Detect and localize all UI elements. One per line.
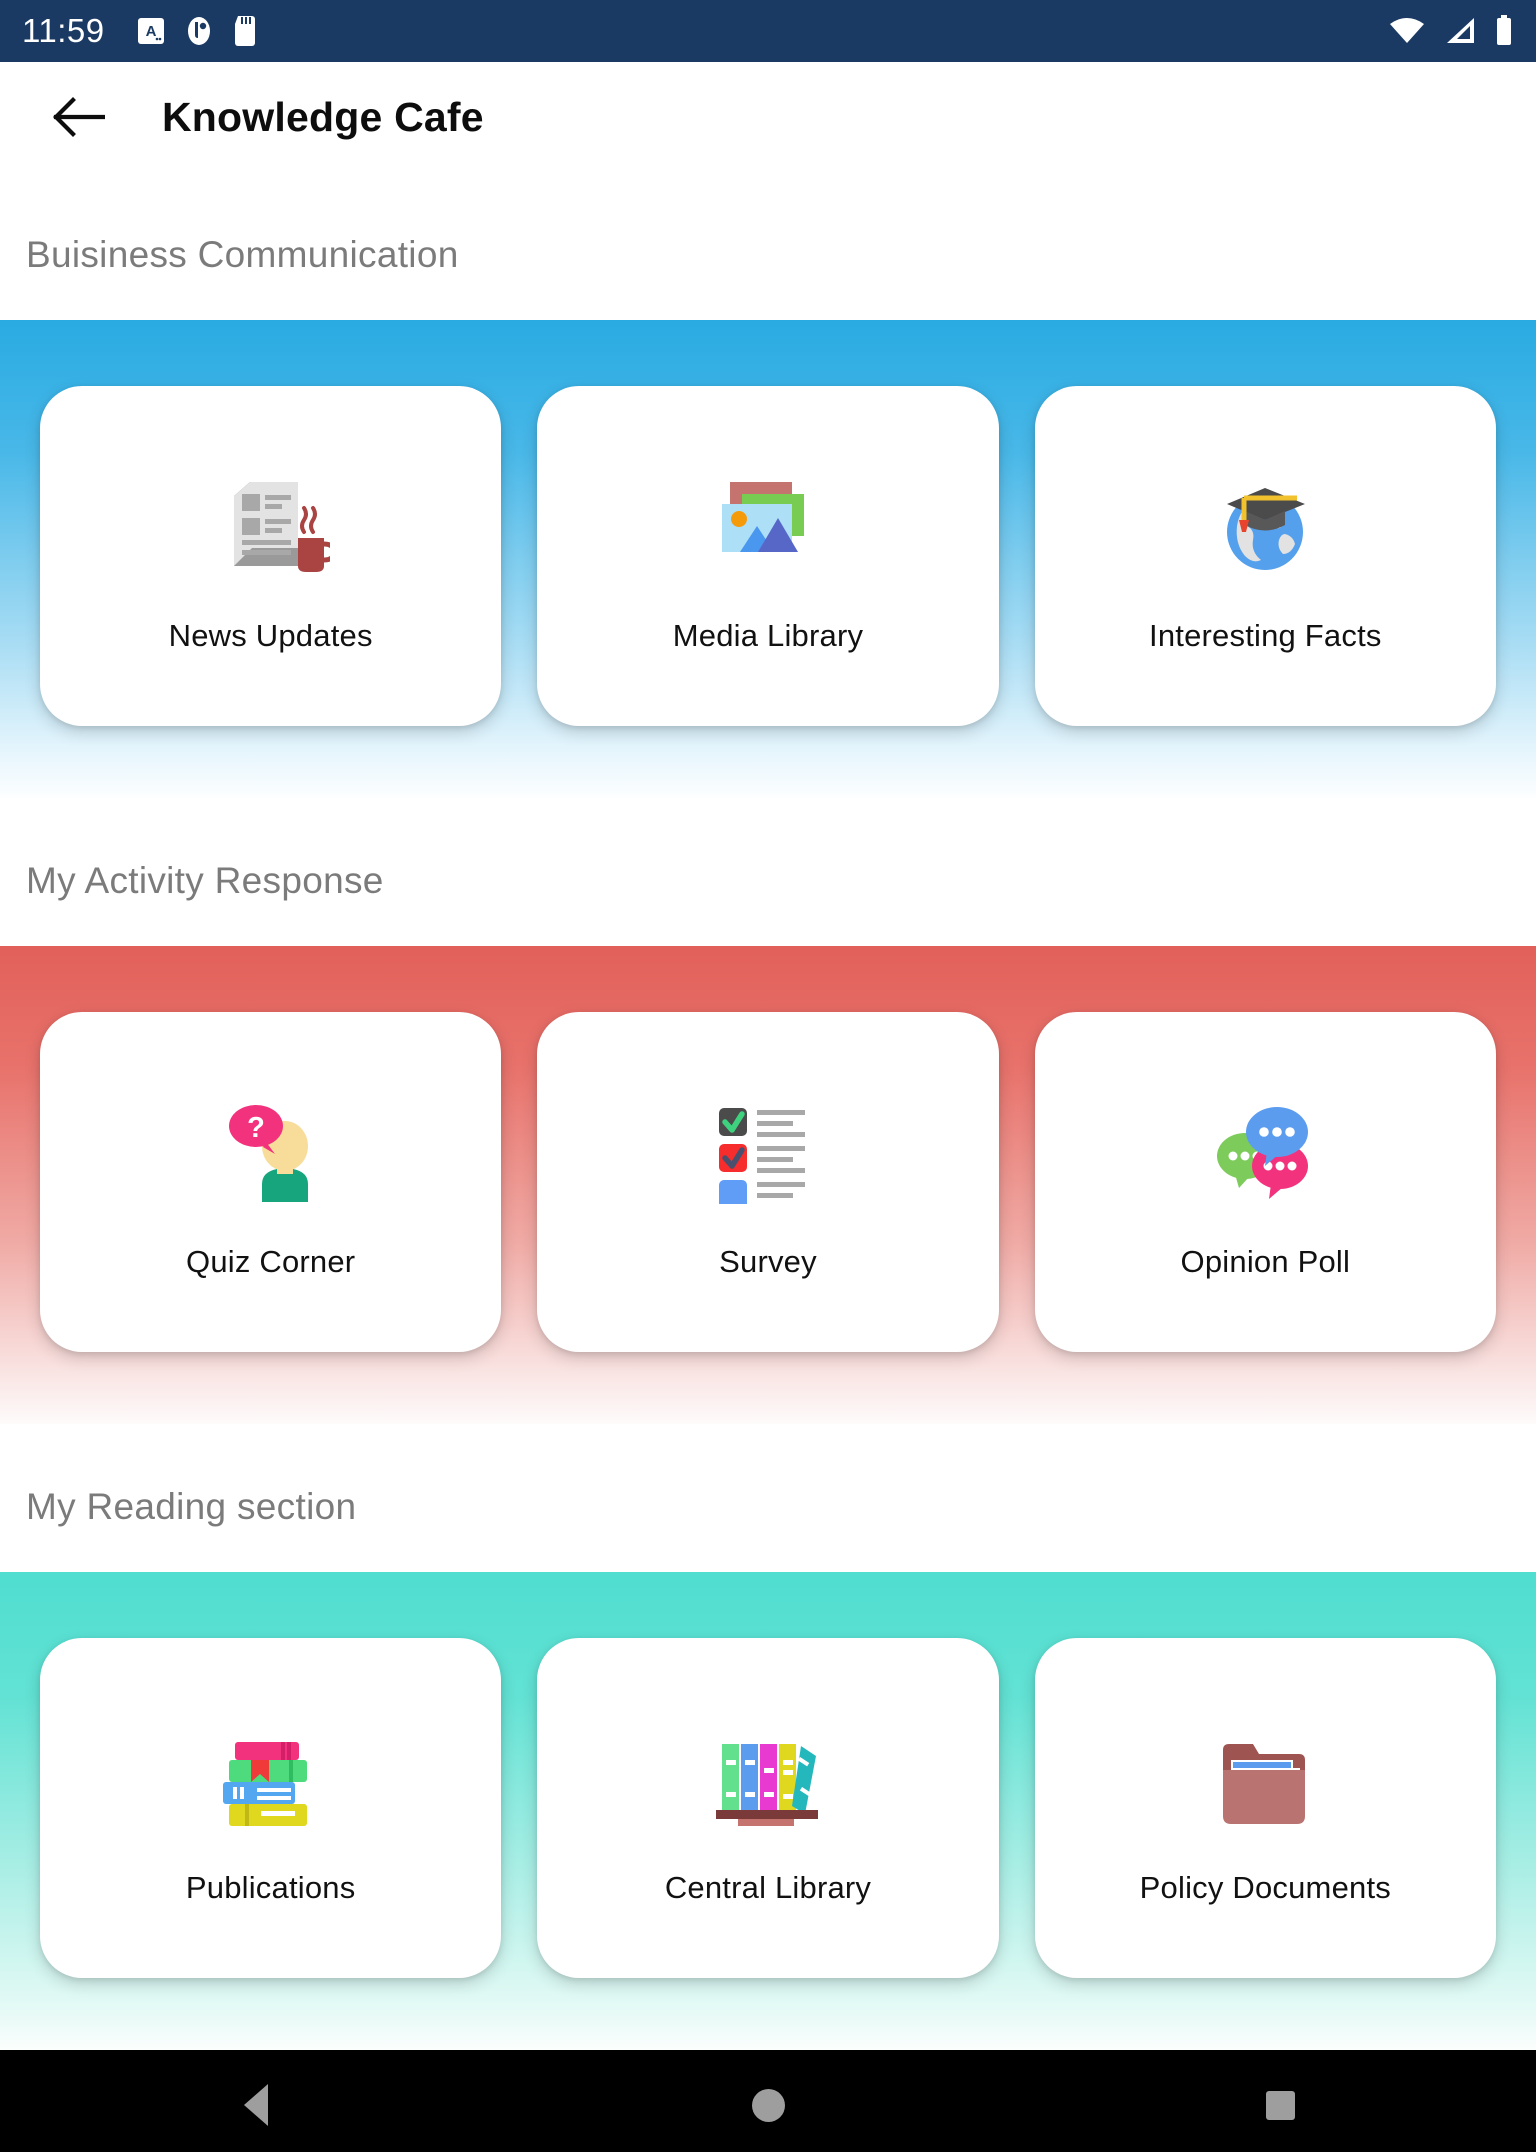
- card-publications[interactable]: Publications: [40, 1638, 502, 1978]
- recents-square-icon: [1265, 2090, 1295, 2120]
- nav-back-button[interactable]: [196, 2050, 316, 2152]
- section-band-my-activity-response: ? Quiz Corner Survey Opinion Poll: [0, 946, 1536, 1424]
- card-label: News Updates: [168, 618, 373, 653]
- card-news-updates[interactable]: News Updates: [40, 386, 502, 726]
- status-bar: 11:59 A: [0, 0, 1536, 62]
- card-label: Publications: [185, 1870, 356, 1905]
- status-bar-clock: 11:59: [22, 12, 105, 49]
- home-circle-icon: [751, 2088, 785, 2122]
- speech-bubbles-icon: [1209, 1084, 1321, 1204]
- card-central-library[interactable]: Central Library: [537, 1638, 999, 1978]
- alphabet-mode-icon: A: [137, 16, 165, 46]
- card-label: Quiz Corner: [186, 1244, 356, 1279]
- cellular-signal-icon: [1443, 16, 1477, 46]
- status-bar-right-icons: [1388, 15, 1514, 47]
- app-notification-icon: [185, 15, 213, 47]
- book-stack-icon: [215, 1710, 327, 1830]
- section-title-business-communication: Buisiness Communication: [26, 234, 459, 275]
- card-label: Survey: [719, 1244, 817, 1279]
- checklist-icon: [713, 1084, 823, 1204]
- photo-stack-icon: [712, 458, 824, 578]
- card-row-business-communication: News Updates Media Library Interesting F…: [40, 386, 1496, 726]
- card-survey[interactable]: Survey: [537, 1012, 999, 1352]
- back-button[interactable]: [46, 85, 110, 149]
- app-bar: Knowledge Cafe: [0, 62, 1536, 172]
- newspaper-coffee-icon: [212, 458, 330, 578]
- battery-icon: [1494, 15, 1514, 47]
- scroll-content: Buisiness Communication News Updates Med…: [0, 172, 1536, 2050]
- card-label: Interesting Facts: [1149, 618, 1382, 653]
- card-policy-documents[interactable]: Policy Documents: [1034, 1638, 1496, 1978]
- svg-text:?: ?: [247, 1112, 265, 1144]
- card-quiz-corner[interactable]: ? Quiz Corner: [40, 1012, 502, 1352]
- folder-documents-icon: [1211, 1710, 1319, 1830]
- card-row-my-activity-response: ? Quiz Corner Survey Opinion Poll: [40, 1012, 1496, 1352]
- page-title: Knowledge Cafe: [162, 93, 484, 140]
- section-band-business-communication: News Updates Media Library Interesting F…: [0, 320, 1536, 798]
- nav-recents-button[interactable]: [1220, 2050, 1340, 2152]
- card-row-my-reading-section: Publications Central Library Policy Docu…: [40, 1638, 1496, 1978]
- svg-text:A: A: [145, 23, 156, 40]
- section-title-my-reading-section: My Reading section: [26, 1486, 357, 1527]
- bookshelf-icon: [712, 1710, 824, 1830]
- back-arrow-icon: [53, 97, 105, 137]
- back-triangle-icon: [244, 2084, 268, 2126]
- card-interesting-facts[interactable]: Interesting Facts: [1034, 386, 1496, 726]
- card-label: Opinion Poll: [1180, 1244, 1351, 1279]
- card-label: Central Library: [664, 1870, 872, 1905]
- nav-home-button[interactable]: [708, 2050, 828, 2152]
- section-title-my-activity-response: My Activity Response: [26, 860, 384, 901]
- card-label: Policy Documents: [1139, 1870, 1391, 1905]
- card-media-library[interactable]: Media Library: [537, 386, 999, 726]
- globe-graduation-cap-icon: [1211, 458, 1319, 578]
- sd-card-icon: [233, 15, 257, 47]
- status-bar-left-icons: A: [137, 15, 257, 47]
- android-navigation-bar: [0, 2050, 1536, 2152]
- section-band-my-reading-section: Publications Central Library Policy Docu…: [0, 1572, 1536, 2050]
- card-label: Media Library: [672, 618, 864, 653]
- app-root: 11:59 A Knowledge Cafe Buisiness Communi…: [0, 0, 1536, 2152]
- person-question-bubble-icon: ?: [219, 1084, 323, 1204]
- wifi-icon: [1388, 16, 1426, 46]
- card-opinion-poll[interactable]: Opinion Poll: [1034, 1012, 1496, 1352]
